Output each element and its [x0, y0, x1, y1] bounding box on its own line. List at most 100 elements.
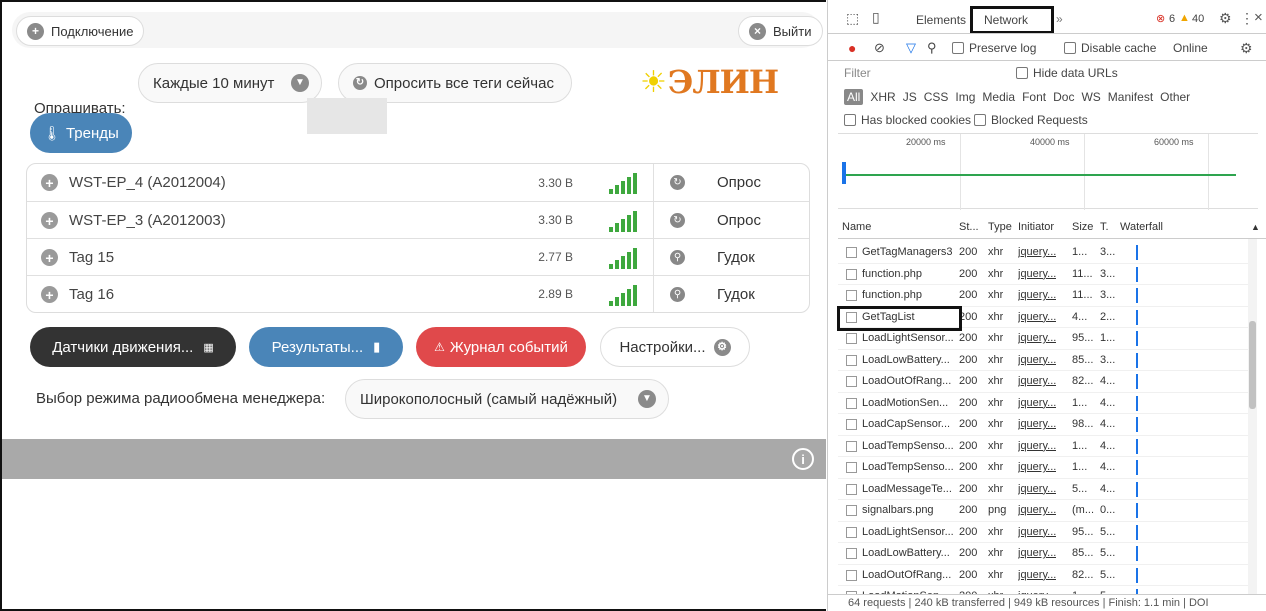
type-filter[interactable]: Manifest: [1108, 90, 1153, 104]
settings-button[interactable]: Настройки... ⚙: [600, 327, 750, 367]
hide-data-urls-checkbox[interactable]: Hide data URLs: [1016, 66, 1118, 80]
tab-network[interactable]: Network: [984, 13, 1028, 27]
record-icon[interactable]: ●: [848, 40, 856, 56]
request-row[interactable]: function.php 200 xhr jquery... 11... 3...: [838, 285, 1257, 307]
expand-icon[interactable]: +: [41, 212, 58, 229]
sort-icon[interactable]: ▲: [1251, 222, 1260, 232]
column-initiator[interactable]: Initiator: [1018, 221, 1054, 233]
request-row[interactable]: LoadMotionSen...200xhrjquery...1...5...: [838, 586, 1257, 594]
scrollbar[interactable]: [1248, 239, 1257, 594]
network-request-list: GetTagManagers3 200 xhr jquery... 1... 3... fu…: [838, 239, 1257, 594]
type-filter[interactable]: Other: [1160, 90, 1190, 104]
tag-action-button[interactable]: Опрос: [717, 212, 761, 229]
request-row[interactable]: LoadLowBattery... 200 xhr jquery... 85... 5..…: [838, 543, 1257, 565]
type-filter-all[interactable]: All: [844, 89, 864, 105]
waterfall-bar: [1136, 503, 1138, 518]
tag-row[interactable]: + Tag 15 2.77 В ⚲ Гудок: [27, 238, 809, 276]
clear-icon[interactable]: ⊘: [874, 40, 885, 56]
request-status: 200: [959, 461, 978, 474]
type-filter[interactable]: JS: [903, 90, 917, 104]
preserve-log-checkbox[interactable]: Preserve log: [952, 41, 1036, 55]
disable-cache-checkbox[interactable]: Disable cache: [1064, 41, 1156, 55]
exit-button[interactable]: × Выйти: [738, 16, 823, 46]
type-filter[interactable]: XHR: [870, 90, 895, 104]
error-count[interactable]: 6: [1169, 13, 1175, 25]
poll-all-button[interactable]: ↻ Опросить все теги сейчас: [338, 63, 572, 103]
request-row[interactable]: LoadTempSenso... 200 xhr jquery... 1... 4...: [838, 457, 1257, 479]
type-filter[interactable]: Img: [955, 90, 975, 104]
request-row[interactable]: LoadCapSensor... 200 xhr jquery... 98... 4...: [838, 414, 1257, 436]
placeholder-box: [307, 98, 387, 134]
column-type[interactable]: Type: [988, 221, 1012, 233]
request-row[interactable]: function.php 200 xhr jquery... 11... 3...: [838, 264, 1257, 285]
poll-interval-select[interactable]: Каждые 10 минут ▼: [138, 63, 322, 103]
tag-voltage: 2.89 В: [538, 287, 573, 301]
request-row[interactable]: LoadTempSenso... 200 xhr jquery... 1... 4...: [838, 436, 1257, 457]
expand-icon[interactable]: +: [41, 286, 58, 303]
results-button[interactable]: Результаты... ▮: [249, 327, 403, 367]
type-filter[interactable]: WS: [1081, 90, 1100, 104]
event-log-button[interactable]: ⚠ Журнал событий: [416, 327, 586, 367]
more-tabs-icon[interactable]: »: [1056, 12, 1063, 26]
request-row[interactable]: LoadLightSensor... 200 xhr jquery... 95... 5.…: [838, 522, 1257, 543]
tag-voltage: 3.30 В: [538, 213, 573, 227]
blocked-requests-checkbox[interactable]: Blocked Requests: [974, 113, 1088, 127]
device-toolbar-icon[interactable]: ▯: [872, 9, 880, 26]
tag-row[interactable]: + Tag 16 2.89 В ⚲ Гудок: [27, 275, 809, 312]
filter-input[interactable]: Filter: [844, 66, 871, 80]
timeline-overview[interactable]: 20000 ms 40000 ms 60000 ms: [838, 133, 1258, 210]
gear-icon[interactable]: ⚙: [1219, 10, 1232, 27]
column-time[interactable]: T.: [1100, 221, 1109, 233]
more-menu-icon[interactable]: ⋮: [1240, 10, 1254, 27]
motion-sensors-button[interactable]: Датчики движения... ▦: [30, 327, 236, 367]
request-row[interactable]: LoadLightSensor... 200 xhr jquery... 95... 1.…: [838, 328, 1257, 350]
type-filter[interactable]: Media: [982, 90, 1015, 104]
request-row[interactable]: LoadMotionSen... 200 xhr jquery... 1... 4...: [838, 393, 1257, 414]
plus-icon: +: [27, 22, 44, 40]
request-row[interactable]: LoadLowBattery... 200 xhr jquery... 85... 3..…: [838, 350, 1257, 371]
column-size[interactable]: Size: [1072, 221, 1093, 233]
close-icon[interactable]: ×: [1254, 9, 1263, 26]
type-filter[interactable]: CSS: [924, 90, 949, 104]
inspect-icon[interactable]: ⬚: [846, 10, 859, 27]
request-row[interactable]: LoadOutOfRang... 200 xhr jquery... 82... 4...: [838, 371, 1257, 393]
tag-row[interactable]: + WST-EP_4 (A2012004) 3.30 В ↻ Опрос: [27, 164, 809, 201]
tag-action-button[interactable]: Опрос: [717, 174, 761, 191]
tag-action-button[interactable]: Гудок: [717, 249, 755, 266]
network-settings-icon[interactable]: ⚙: [1240, 40, 1253, 57]
request-init: jquery...: [1018, 246, 1057, 259]
trends-button[interactable]: 🌡 Тренды: [30, 113, 132, 153]
column-name[interactable]: Name: [842, 221, 871, 233]
request-row[interactable]: LoadMessageTe... 200 xhr jquery... 5... 4...: [838, 479, 1257, 500]
has-blocked-cookies-checkbox[interactable]: Has blocked cookies: [844, 113, 971, 127]
request-size: 85...: [1072, 547, 1094, 560]
tag-action-button[interactable]: Гудок: [717, 286, 755, 303]
request-row[interactable]: LoadOutOfRang... 200 xhr jquery... 82... 5...: [838, 565, 1257, 586]
filter-icon[interactable]: ▽: [906, 40, 916, 56]
waterfall-bar: [1136, 567, 1138, 583]
connect-button[interactable]: + Подключение: [16, 16, 145, 46]
divider: [828, 33, 1266, 34]
request-row[interactable]: GetTagManagers3 200 xhr jquery... 1... 3...: [838, 242, 1257, 264]
warning-icon: ⚠: [434, 340, 445, 354]
request-status: 200: [959, 267, 978, 280]
tab-elements[interactable]: Elements: [916, 13, 966, 27]
tag-row[interactable]: + WST-EP_3 (A2012003) 3.30 В ↻ Опрос: [27, 201, 809, 239]
request-checkbox: [846, 419, 857, 430]
info-icon[interactable]: i: [792, 448, 814, 470]
column-status[interactable]: St...: [959, 221, 979, 233]
exit-label: Выйти: [773, 23, 812, 39]
column-waterfall[interactable]: Waterfall: [1120, 221, 1163, 233]
expand-icon[interactable]: +: [41, 249, 58, 266]
radio-mode-select[interactable]: Широкополосный (самый надёжный) ▼: [345, 379, 669, 419]
divider: [828, 60, 1266, 61]
expand-icon[interactable]: +: [41, 174, 58, 191]
warning-count[interactable]: 40: [1192, 13, 1204, 25]
timeline-tick: 20000 ms: [906, 137, 946, 147]
search-icon[interactable]: ⚲: [927, 40, 937, 56]
type-filter[interactable]: Font: [1022, 90, 1046, 104]
refresh-icon: ↻: [670, 213, 685, 228]
throttling-select[interactable]: Online: [1173, 41, 1208, 55]
request-row[interactable]: signalbars.png 200 png jquery... (m... 0...: [838, 500, 1257, 522]
type-filter[interactable]: Doc: [1053, 90, 1074, 104]
